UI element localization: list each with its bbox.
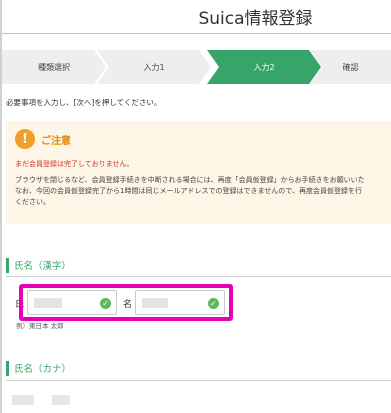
step-2-label: 入力1 xyxy=(143,62,165,72)
notice-title: ご注意 xyxy=(41,135,71,147)
example-text: 例）東日本 太郎 xyxy=(16,322,64,330)
section-heading: 氏名（漢字） xyxy=(14,261,72,272)
exclamation-icon: ! xyxy=(15,129,35,149)
step-4-label: 確認 xyxy=(342,62,359,72)
step-1: 種類選択 xyxy=(2,50,106,84)
instruction-text: 必要事項を入力し、[次へ]を押してください。 xyxy=(6,98,162,107)
notice-box: ! ご注意 まだ会員登録は完了しておりません。 ブラウザを閉じるなど、会員登録手… xyxy=(6,121,391,224)
notice-body: ブラウザを閉じるなど、会員登録手続きを中断される場合には、再度「会員仮登録」から… xyxy=(15,175,391,208)
redacted-value xyxy=(12,395,34,405)
step-progress-bar: 種類選択 入力1 入力2 確認 xyxy=(2,50,391,84)
step-2: 入力1 xyxy=(97,50,211,84)
title-divider xyxy=(2,33,391,34)
section-accent-bar xyxy=(6,257,9,273)
redacted-value xyxy=(52,395,70,405)
section-divider xyxy=(6,380,391,381)
section-heading: 氏名（カナ） xyxy=(14,364,72,375)
step-3: 入力2 xyxy=(207,50,321,84)
notice-line: なお、今回の会員仮登録完了から1時間は同じメールアドレスでの登録はできませんので… xyxy=(15,187,362,195)
step-1-label: 種類選択 xyxy=(38,62,70,72)
section-divider xyxy=(6,276,391,277)
section-name-kanji: 氏名（漢字） xyxy=(6,254,391,276)
notice-line: ください。 xyxy=(15,198,50,206)
notice-header: ! ご注意 xyxy=(15,129,71,149)
section-name-kana: 氏名（カナ） xyxy=(6,357,391,379)
section-accent-bar xyxy=(6,360,9,376)
step-3-label: 入力2 xyxy=(253,62,275,72)
page-title: Suica情報登録 xyxy=(198,9,313,29)
notice-warning: まだ会員登録は完了しておりません。 xyxy=(15,160,134,168)
notice-line: ブラウザを閉じるなど、会員登録手続きを中断される場合には、再度「会員仮登録」から… xyxy=(15,176,365,184)
highlight-box xyxy=(19,284,233,321)
step-4: 確認 xyxy=(310,50,391,84)
